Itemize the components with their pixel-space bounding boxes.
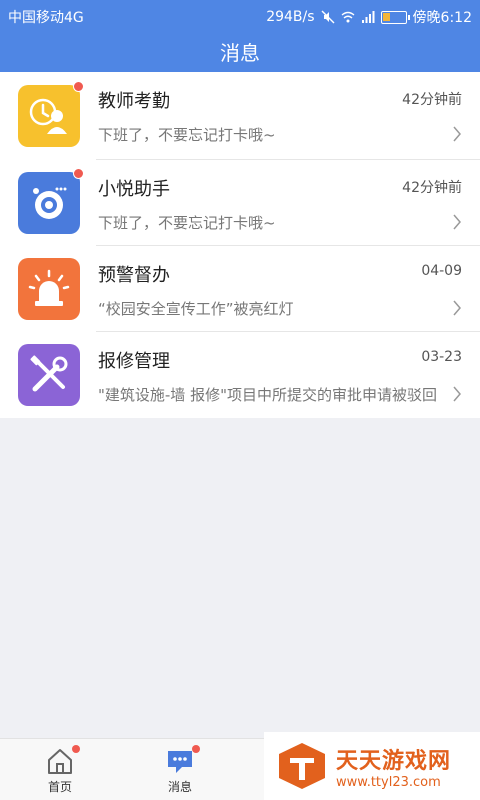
- status-bar: 中国移动4G 294B/s 傍晚6:12: [0, 0, 480, 30]
- teacher-attendance-icon: [18, 81, 84, 147]
- page-title: 消息: [220, 40, 260, 65]
- message-preview: 下班了，不要忘记打卡哦~: [98, 214, 276, 232]
- message-preview: "建筑设施-墙 报修"项目中所提交的审批申请被驳回: [98, 386, 437, 404]
- status-right: 294B/s 傍晚6:12: [266, 7, 472, 27]
- watermark-text: 天天游戏网 www.ttyl23.com: [336, 743, 451, 790]
- watermark-logo-icon: [279, 743, 325, 789]
- unread-dot: [73, 168, 84, 179]
- watermark-url: www.ttyl23.com: [336, 774, 441, 790]
- message-preview: 下班了，不要忘记打卡哦~: [98, 126, 276, 144]
- chevron-right-icon: [453, 386, 461, 402]
- assistant-camera-icon: [18, 168, 84, 234]
- network-speed: 294B/s: [266, 9, 315, 25]
- chevron-right-icon: [453, 126, 461, 142]
- home-icon: [46, 745, 80, 775]
- message-list: 教师考勤 42分钟前 下班了，不要忘记打卡哦~ 小悦助手 42分钟前 下班了，不…: [0, 72, 480, 418]
- alarm-light-icon: [18, 258, 80, 320]
- message-time: 04-09: [421, 263, 462, 279]
- unread-dot: [192, 745, 200, 753]
- message-title: 报修管理: [98, 351, 170, 372]
- unread-dot: [73, 81, 84, 92]
- tab-label: 首页: [47, 780, 72, 794]
- message-preview: “校园安全宣传工作”被亮红灯: [98, 300, 294, 318]
- message-title: 教师考勤: [98, 91, 170, 112]
- app-header: 中国移动4G 294B/s 傍晚6:12 消息: [0, 0, 480, 72]
- tab-home[interactable]: 首页: [0, 739, 120, 800]
- watermark-title: 天天游戏网: [336, 748, 452, 774]
- message-item-assistant[interactable]: 小悦助手 42分钟前 下班了，不要忘记打卡哦~: [0, 160, 480, 246]
- chevron-right-icon: [453, 300, 461, 316]
- tab-label: 消息: [167, 780, 192, 794]
- watermark: 天天游戏网 www.ttyl23.com: [264, 732, 480, 800]
- message-item-repair[interactable]: 报修管理 03-23 "建筑设施-墙 报修"项目中所提交的审批申请被驳回: [0, 332, 480, 418]
- message-time: 42分钟前: [402, 92, 462, 108]
- mute-icon: [321, 10, 335, 24]
- title-bar: 消息: [0, 30, 480, 72]
- message-title: 小悦助手: [98, 179, 170, 200]
- battery-icon: [380, 10, 410, 24]
- unread-dot: [72, 745, 80, 753]
- clock: 傍晚6:12: [412, 10, 472, 26]
- message-title: 预警督办: [98, 265, 170, 286]
- tab-message[interactable]: 消息: [120, 739, 240, 800]
- message-time: 42分钟前: [402, 180, 462, 196]
- wifi-icon: [341, 11, 354, 23]
- message-item-warning[interactable]: 预警督办 04-09 “校园安全宣传工作”被亮红灯: [0, 246, 480, 332]
- signal-icon: [361, 11, 375, 23]
- carrier-label: 中国移动4G: [8, 10, 84, 26]
- message-icon: [166, 745, 200, 775]
- chevron-right-icon: [453, 214, 461, 230]
- repair-tools-icon: [18, 344, 80, 406]
- message-item-teacher-attendance[interactable]: 教师考勤 42分钟前 下班了，不要忘记打卡哦~: [0, 72, 480, 160]
- message-time: 03-23: [421, 349, 462, 365]
